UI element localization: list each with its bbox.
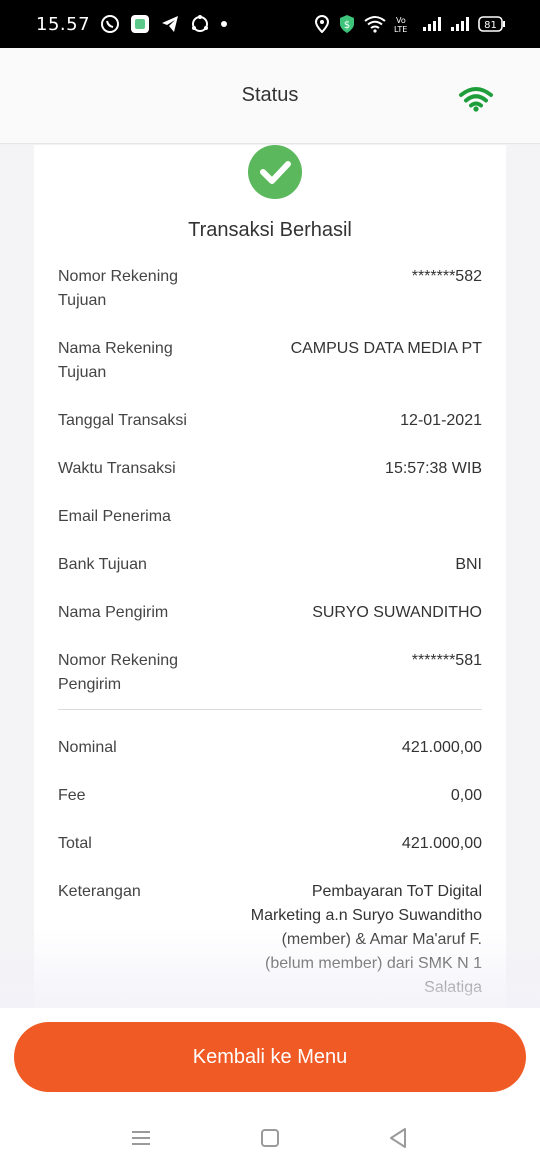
- connection-status-icon: [458, 86, 494, 117]
- svg-text:Vo: Vo: [396, 16, 406, 25]
- wifi-icon: [364, 15, 386, 33]
- detail-row: Nomor Rekening Pengirim *******581: [58, 649, 482, 709]
- detail-row: Nama Pengirim SURYO SUWANDITHO: [58, 601, 482, 649]
- bottom-action-area: Kembali ke Menu: [0, 1008, 540, 1170]
- detail-value: [258, 505, 482, 553]
- detail-label: Tanggal Transaksi: [58, 412, 187, 429]
- telegram-icon: [160, 14, 180, 34]
- detail-label: Nama Pengirim: [58, 604, 169, 621]
- detail-value: BNI: [455, 556, 482, 573]
- summary-label: Total: [58, 835, 92, 852]
- more-notifications-dot-icon: [220, 20, 228, 28]
- detail-value: SURYO SUWANDITHO: [312, 604, 482, 621]
- volte-icon: Vo LTE: [394, 14, 414, 34]
- summary-row: Total 421.000,00: [58, 832, 482, 880]
- success-check-icon: [248, 145, 302, 199]
- battery-level: 81: [484, 20, 497, 31]
- clock: 15.57: [36, 13, 91, 35]
- transaction-status-title: Transaksi Berhasil: [188, 219, 352, 241]
- location-icon: [314, 15, 330, 33]
- whatsapp-icon: [100, 14, 120, 34]
- detail-value: *******581: [411, 652, 482, 669]
- back-to-menu-button[interactable]: Kembali ke Menu: [14, 1022, 526, 1092]
- summary-label: Keterangan: [58, 883, 141, 900]
- summary-row: Nominal 421.000,00: [58, 736, 482, 784]
- transaction-details: Nomor Rekening Tujuan *******582 Nama Re…: [58, 265, 482, 1000]
- back-icon[interactable]: [378, 1118, 418, 1158]
- home-icon[interactable]: [250, 1118, 290, 1158]
- summary-row: Keterangan Pembayaran ToT Digital Market…: [58, 880, 482, 1000]
- app-header: Status: [0, 48, 540, 144]
- receipt-card: Transaksi Berhasil Nomor Rekening Tujuan…: [34, 145, 506, 1008]
- status-left: 15.57: [36, 14, 228, 35]
- summary-row: Fee 0,00: [58, 784, 482, 832]
- svg-text:LTE: LTE: [394, 25, 407, 34]
- battery-icon: 81: [478, 16, 506, 32]
- detail-label: Nomor Rekening Pengirim: [58, 652, 179, 693]
- detail-value: 12-01-2021: [400, 412, 482, 429]
- vpn-shield-icon: $: [338, 14, 356, 34]
- status-right: $ Vo LTE 81: [314, 14, 506, 34]
- divider: [58, 709, 482, 710]
- detail-label: Nama Rekening Tujuan: [58, 340, 173, 381]
- detail-value: *******582: [411, 268, 482, 285]
- signal-2-icon: [450, 16, 470, 32]
- detail-label: Bank Tujuan: [58, 556, 147, 573]
- app-notification-icon: [130, 14, 150, 34]
- detail-label: Waktu Transaksi: [58, 460, 176, 477]
- detail-label: Nomor Rekening Tujuan: [58, 268, 179, 309]
- detail-value: CAMPUS DATA MEDIA PT: [290, 340, 482, 357]
- detail-row: Email Penerima: [58, 505, 482, 553]
- detail-row: Bank Tujuan BNI: [58, 553, 482, 601]
- share-icon: [190, 14, 210, 34]
- summary-label: Nominal: [58, 739, 117, 756]
- receipt-scroll-area[interactable]: Transaksi Berhasil Nomor Rekening Tujuan…: [0, 145, 540, 1008]
- svg-text:$: $: [344, 20, 350, 31]
- detail-row: Tanggal Transaksi 12-01-2021: [58, 409, 482, 457]
- summary-value: 421.000,00: [401, 739, 482, 756]
- summary-value: 0,00: [450, 787, 482, 804]
- signal-1-icon: [422, 16, 442, 32]
- remarks-value: Pembayaran ToT Digital Marketing a.n Sur…: [250, 883, 482, 996]
- summary-label: Fee: [58, 787, 86, 804]
- detail-row: Waktu Transaksi 15:57:38 WIB: [58, 457, 482, 505]
- detail-value: 15:57:38 WIB: [385, 460, 482, 477]
- recent-apps-icon[interactable]: [121, 1118, 161, 1158]
- detail-row: Nomor Rekening Tujuan *******582: [58, 265, 482, 337]
- system-status-bar: 15.57 $ Vo LTE 81: [0, 0, 540, 48]
- summary-value: 421.000,00: [401, 835, 482, 852]
- detail-label: Email Penerima: [58, 508, 171, 525]
- system-navigation-bar: [0, 1118, 540, 1158]
- detail-row: Nama Rekening Tujuan CAMPUS DATA MEDIA P…: [58, 337, 482, 409]
- page-title: Status: [241, 84, 299, 106]
